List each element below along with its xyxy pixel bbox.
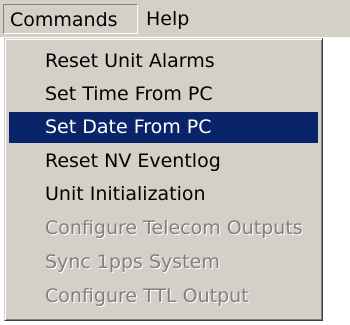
- menu-item-configure-telecom-outputs: Configure Telecom Outputs: [45, 217, 303, 239]
- menu-item-unit-initialization[interactable]: Unit Initialization: [9, 179, 318, 210]
- menu-item-set-time-from-pc[interactable]: Set Time From PC: [9, 79, 318, 110]
- menu-item-set-date-from-pc[interactable]: Set Date From PC: [9, 112, 318, 143]
- menu-commands[interactable]: Commands: [3, 4, 138, 34]
- menu-help[interactable]: Help: [140, 4, 200, 34]
- menu-item-sync-1pps-system: Sync 1pps System: [45, 251, 220, 273]
- menu-bar: Commands Help: [0, 0, 350, 37]
- commands-dropdown-menu: Reset Unit Alarms Set Time From PC Set D…: [4, 38, 323, 321]
- menu-item-configure-ttl-output: Configure TTL Output: [45, 285, 249, 307]
- menu-item-reset-nv-eventlog[interactable]: Reset NV Eventlog: [9, 146, 318, 177]
- menu-item-reset-unit-alarms[interactable]: Reset Unit Alarms: [9, 46, 318, 77]
